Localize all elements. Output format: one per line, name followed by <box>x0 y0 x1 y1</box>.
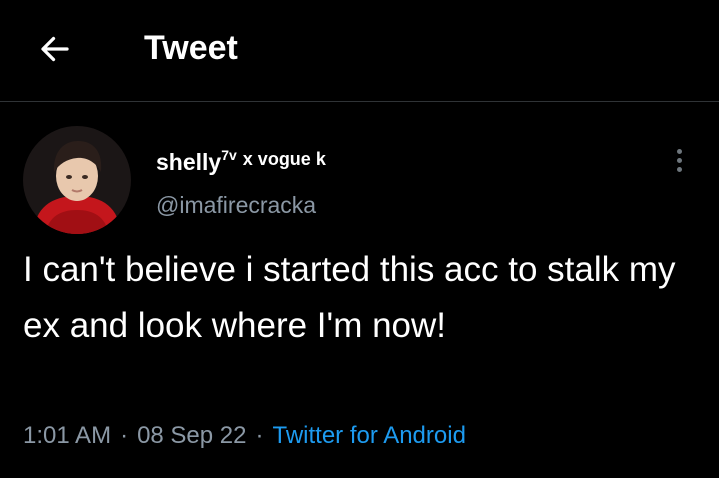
avatar[interactable] <box>23 126 131 234</box>
arrow-left-icon <box>41 36 69 62</box>
author-handle[interactable]: @imafirecracka <box>156 190 316 220</box>
author-name-superscript: 7v <box>221 147 237 163</box>
meta-separator: · <box>120 422 129 449</box>
author-name-text: shelly <box>156 149 222 175</box>
author-display-name[interactable]: shelly7v x vogue k <box>156 140 326 177</box>
tweet-source-link[interactable]: Twitter for Android <box>273 422 466 449</box>
back-button[interactable] <box>34 28 76 70</box>
tweet-date[interactable]: 08 Sep 22 <box>137 422 246 449</box>
top-bar: Tweet <box>0 0 719 102</box>
more-options-button[interactable] <box>664 140 694 180</box>
page-title: Tweet <box>144 29 238 67</box>
avatar-photo <box>23 126 131 234</box>
author-name-suffix: x vogue k <box>242 149 326 169</box>
tweet-time[interactable]: 1:01 AM <box>23 422 111 449</box>
more-vertical-icon <box>676 148 682 172</box>
meta-separator: · <box>255 422 264 449</box>
tweet-text: I can't believe i started this acc to st… <box>23 250 676 345</box>
tweet-metadata: 1:01 AM · 08 Sep 22 · Twitter for Android <box>23 420 466 452</box>
